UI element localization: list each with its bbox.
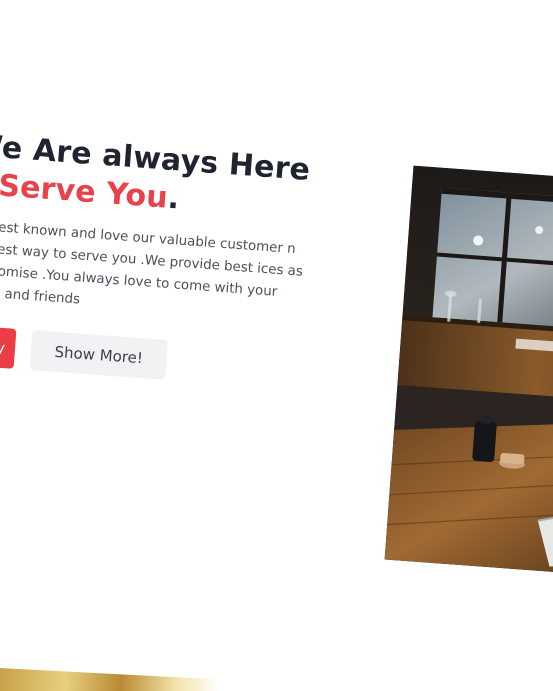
- headline-suffix: .: [166, 180, 181, 217]
- hero-section: We Are always Here o Serve You. are best…: [0, 0, 553, 691]
- restaurant-photo: [384, 165, 553, 577]
- show-more-button[interactable]: Show More!: [29, 330, 169, 380]
- page-viewport: We Are always Here o Serve You. are best…: [0, 0, 553, 691]
- hero-actions: y Show More!: [0, 322, 326, 396]
- hero-paragraph: are best known and love our valuable cus…: [0, 218, 304, 308]
- primary-cta-button[interactable]: y: [0, 322, 17, 369]
- restaurant-photo-illustration: [384, 165, 553, 577]
- hero-text-block: We Are always Here o Serve You. are best…: [0, 127, 340, 395]
- hero-headline: We Are always Here o Serve You.: [0, 127, 340, 230]
